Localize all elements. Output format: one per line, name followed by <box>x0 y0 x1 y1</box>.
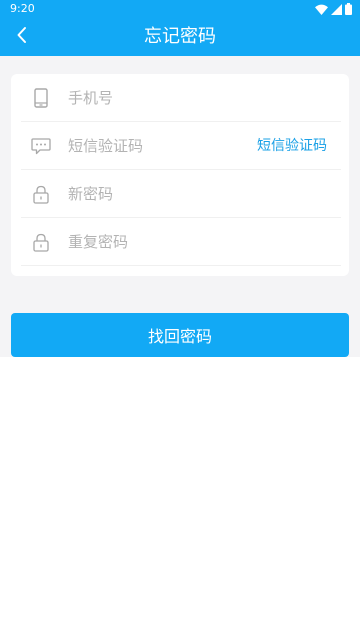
sms-code-input[interactable] <box>68 131 238 161</box>
content-area: 短信验证码 找 <box>0 56 360 357</box>
lock-icon <box>30 183 52 205</box>
phone-row <box>11 74 349 121</box>
phone-icon <box>30 87 52 109</box>
form-card: 短信验证码 <box>11 74 349 276</box>
repeat-password-row <box>11 218 349 265</box>
repeat-password-input[interactable] <box>68 227 238 257</box>
back-arrow-icon <box>16 26 28 48</box>
header-bar: 9:20 忘记密码 <box>0 0 360 56</box>
new-password-input[interactable] <box>68 179 238 209</box>
status-icons <box>315 3 352 15</box>
row-divider <box>21 265 341 266</box>
recover-password-button[interactable]: 找回密码 <box>11 313 349 357</box>
status-time: 9:20 <box>10 2 35 15</box>
wifi-icon <box>315 4 328 15</box>
signal-icon <box>331 3 342 15</box>
send-sms-code-button[interactable]: 短信验证码 <box>257 136 327 156</box>
status-bar: 9:20 <box>0 0 360 18</box>
sms-code-row: 短信验证码 <box>11 122 349 169</box>
new-password-row <box>11 170 349 217</box>
battery-icon <box>345 3 352 15</box>
page-title: 忘记密码 <box>144 26 216 47</box>
app-bar: 忘记密码 <box>0 18 360 56</box>
lock-icon <box>30 231 52 253</box>
message-icon <box>30 135 52 157</box>
back-button[interactable] <box>6 21 38 53</box>
phone-input[interactable] <box>68 83 238 113</box>
